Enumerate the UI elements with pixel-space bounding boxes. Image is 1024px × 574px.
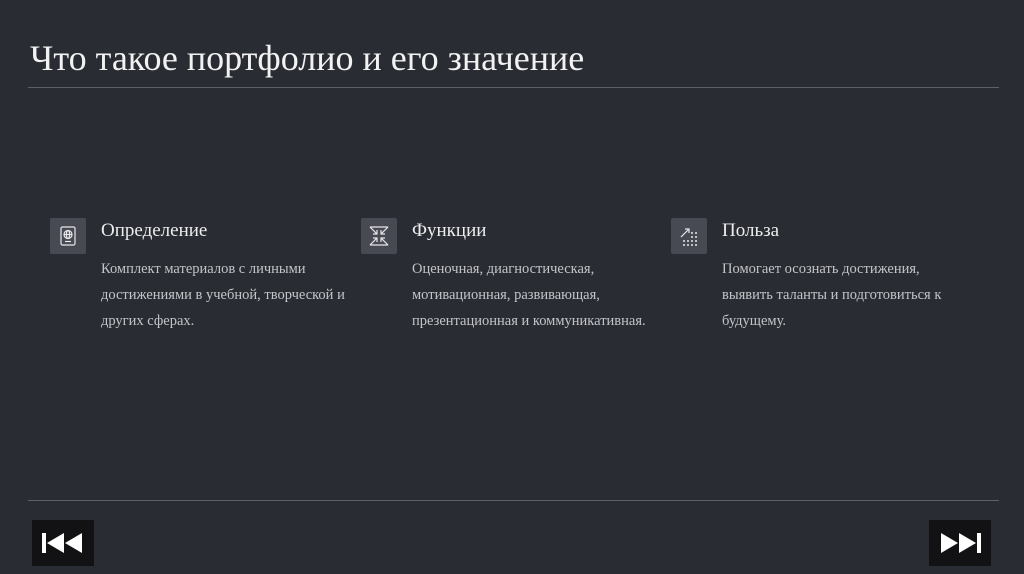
footer-divider xyxy=(28,500,999,501)
card-text: Помогает осознать достижения, выявить та… xyxy=(722,261,942,329)
arrows-inward-icon xyxy=(361,218,397,254)
slide-title: Что такое портфолио и его значение xyxy=(30,38,585,78)
skip-back-icon xyxy=(42,533,82,553)
card-title: Функции xyxy=(412,220,487,241)
card-text: Оценочная, диагностическая, мотивационна… xyxy=(412,261,646,329)
skip-forward-icon xyxy=(941,533,981,553)
card-title: Польза xyxy=(722,220,780,241)
title-divider xyxy=(28,87,999,88)
growth-dots-icon xyxy=(671,218,707,254)
next-slide-button[interactable] xyxy=(929,520,991,566)
card-title: Определение xyxy=(101,220,208,241)
previous-slide-button[interactable] xyxy=(32,520,94,566)
card-text: Комплект материалов с личными достижения… xyxy=(101,261,345,329)
passport-icon xyxy=(50,218,86,254)
